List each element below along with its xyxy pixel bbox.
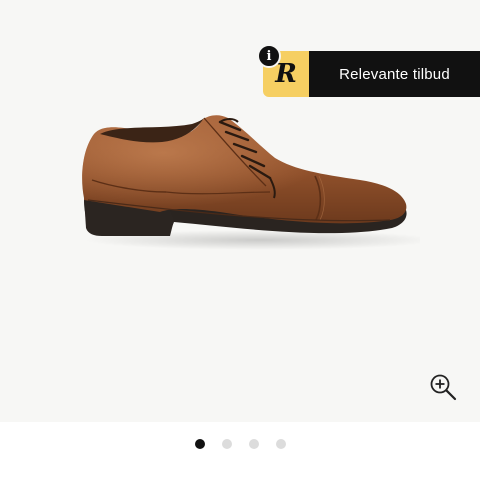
carousel-pagination: [0, 436, 480, 452]
zoom-in-icon[interactable]: [428, 372, 458, 402]
product-image[interactable]: [70, 100, 420, 260]
carousel-dot-1[interactable]: [194, 439, 205, 449]
info-icon[interactable]: i: [257, 44, 281, 68]
offers-label: Relevante tilbud: [309, 51, 480, 97]
offers-logo-letter: R: [275, 59, 297, 89]
carousel-dot-4[interactable]: [275, 439, 286, 449]
carousel-dot-3[interactable]: [248, 439, 259, 449]
carousel-dot-2[interactable]: [221, 439, 232, 449]
relevant-offers-banner[interactable]: R Relevante tilbud: [263, 51, 480, 97]
product-gallery[interactable]: R Relevante tilbud i: [0, 0, 480, 422]
